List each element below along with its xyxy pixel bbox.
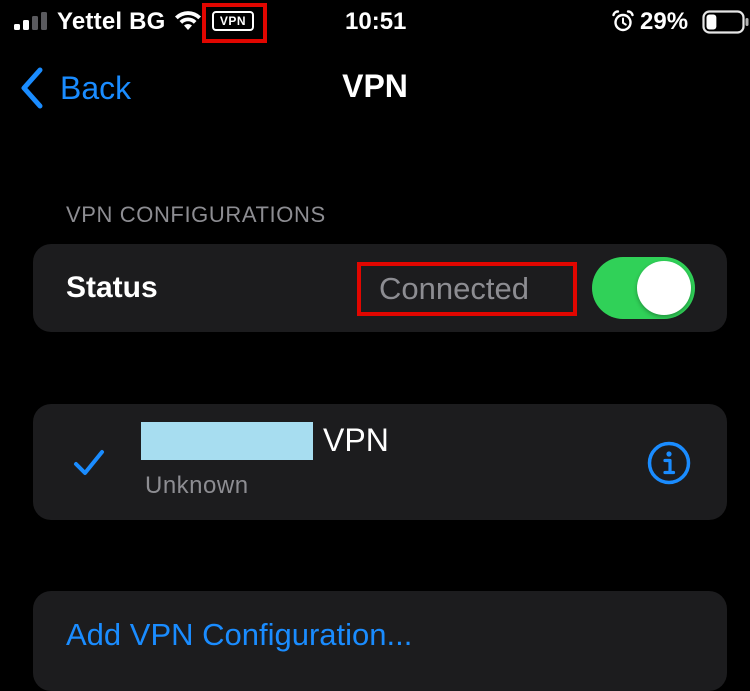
battery-percentage: 29% [640,8,689,35]
battery-icon [702,10,749,34]
connection-status-value: Connected [379,271,529,306]
vpn-configuration-name: VPN [323,422,389,458]
section-header: VPN CONFIGURATIONS [66,202,326,227]
vpn-configuration-item[interactable]: VPN Unknown [33,404,727,520]
add-vpn-configuration-link[interactable]: Add VPN Configuration... [66,617,412,653]
alarm-clock-icon [612,10,634,32]
vpn-status-badge: VPN [212,11,254,31]
cellular-signal-icon [14,12,47,30]
info-circle-icon[interactable] [647,441,691,485]
add-configuration-row[interactable]: Add VPN Configuration... [33,591,727,691]
vpn-status-toggle[interactable] [592,257,695,319]
carrier-name: Yettel BG [57,8,166,35]
status-label: Status [66,271,158,304]
toggle-knob [637,261,691,315]
checkmark-icon [74,450,104,475]
status-bar: Yettel BG VPN 10:51 29% [0,0,750,46]
page-title: VPN [342,68,408,104]
vpn-configuration-subtitle: Unknown [145,472,249,499]
clock: 10:51 [345,8,407,35]
status-row: Status Connected [33,244,727,332]
redacted-vpn-name [141,422,313,460]
wifi-icon [175,11,201,30]
